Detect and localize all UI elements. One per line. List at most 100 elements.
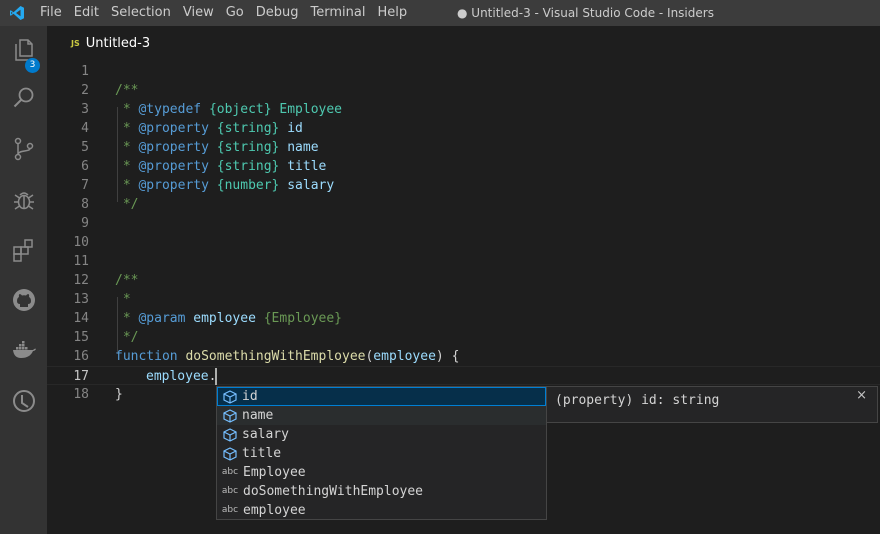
code-line: 14 * @param employee {Employee}: [47, 309, 880, 328]
suggest-label: title: [242, 446, 282, 461]
menu-file[interactable]: File: [34, 0, 68, 26]
line-number: 18: [73, 387, 89, 402]
function-name: doSomethingWithEmployee: [185, 349, 366, 364]
jsdoc-name: employee: [193, 311, 256, 326]
suggest-label: doSomethingWithEmployee: [243, 484, 424, 499]
menu-view[interactable]: View: [177, 0, 220, 26]
activity-search[interactable]: [0, 80, 47, 120]
jsdoc-type: {string}: [216, 159, 280, 174]
line-number: 14: [73, 311, 89, 326]
suggest-item[interactable]: title: [217, 444, 546, 463]
property-icon: [221, 389, 239, 404]
details-signature: (property) id: string: [555, 393, 720, 408]
activity-extensions[interactable]: [0, 232, 47, 272]
comment-star: *: [115, 140, 139, 155]
property-icon: [221, 427, 239, 442]
vscode-logo-icon: [0, 0, 34, 26]
suggest-item[interactable]: abc doSomethingWithEmployee: [217, 482, 546, 501]
title-bar: File Edit Selection View Go Debug Termin…: [0, 0, 880, 26]
code-line: 9: [47, 214, 880, 233]
code-line: 2 /**: [47, 81, 880, 100]
activity-docker[interactable]: [0, 332, 47, 372]
property-icon: [221, 408, 239, 423]
word-icon: abc: [221, 486, 239, 496]
line-number: 4: [81, 121, 89, 136]
comment-star: *: [115, 311, 139, 326]
menu-help[interactable]: Help: [371, 0, 413, 26]
property-icon: [221, 446, 239, 461]
comment-star: *: [115, 178, 139, 193]
code-text: *: [115, 292, 131, 307]
close-icon[interactable]: ×: [856, 388, 867, 403]
line-number: 2: [81, 83, 89, 98]
menu-edit[interactable]: Edit: [68, 0, 105, 26]
line-number: 13: [73, 292, 89, 307]
code-line: 12 /**: [47, 271, 880, 290]
suggest-label: Employee: [243, 465, 306, 480]
comment-star: *: [115, 159, 139, 174]
line-number: 16: [73, 349, 89, 364]
code-text: */: [115, 330, 139, 345]
jsdoc-tag: @property: [138, 159, 209, 174]
line-number: 8: [81, 197, 89, 212]
line-number: 3: [81, 102, 89, 117]
jsdoc-type: {string}: [216, 121, 280, 136]
jsdoc-type: {Employee}: [263, 311, 343, 326]
suggest-widget[interactable]: id name salary title abc Employee abc do…: [216, 386, 547, 520]
line-number: 7: [81, 178, 89, 193]
activity-source-control[interactable]: [0, 131, 47, 171]
tab-untitled-3[interactable]: JS Untitled-3: [47, 26, 150, 61]
tab-bar: JS Untitled-3: [47, 26, 880, 61]
suggest-item[interactable]: name: [217, 406, 546, 425]
menu-debug[interactable]: Debug: [250, 0, 305, 26]
activity-debug[interactable]: [0, 182, 47, 222]
jsdoc-tag: @property: [138, 140, 209, 155]
activity-github[interactable]: [0, 282, 47, 322]
jsdoc-type: {object}: [208, 102, 272, 117]
jsdoc-name: title: [287, 159, 327, 174]
suggest-item[interactable]: abc employee: [217, 501, 546, 520]
suggest-item[interactable]: id: [217, 387, 546, 406]
code-line-current: 17 employee.: [47, 366, 880, 385]
jsdoc-tag: @property: [138, 178, 209, 193]
line-number: 6: [81, 159, 89, 174]
code-line: 7 * @property {number} salary: [47, 176, 880, 195]
jsdoc-tag: @property: [138, 121, 209, 136]
line-number: 12: [73, 273, 89, 288]
github-icon: [11, 287, 37, 317]
menu-bar: File Edit Selection View Go Debug Termin…: [34, 0, 413, 26]
timeline-icon: [11, 388, 37, 418]
jsdoc-name: salary: [287, 178, 335, 193]
jsdoc-tag: @typedef: [138, 102, 202, 117]
code-line: 6 * @property {string} title: [47, 157, 880, 176]
code-line: 10: [47, 233, 880, 252]
code-text: /**: [115, 83, 139, 98]
suggest-details: (property) id: string ×: [546, 386, 878, 423]
comment-star: *: [115, 102, 139, 117]
punctuation: ) {: [435, 349, 460, 364]
suggest-label: employee: [243, 503, 306, 518]
line-number: 17: [73, 369, 89, 384]
menu-go[interactable]: Go: [220, 0, 250, 26]
activity-timeline[interactable]: [0, 383, 47, 423]
menu-selection[interactable]: Selection: [105, 0, 177, 26]
code-line: 15 */: [47, 328, 880, 347]
activity-explorer[interactable]: 3: [0, 32, 47, 73]
suggest-label: salary: [242, 427, 289, 442]
code-text: /**: [115, 273, 139, 288]
explorer-badge: 3: [25, 58, 40, 73]
jsdoc-name: id: [287, 121, 303, 136]
line-number: 1: [81, 64, 89, 79]
menu-terminal[interactable]: Terminal: [305, 0, 372, 26]
jsdoc-name: Employee: [279, 102, 343, 117]
suggest-label: name: [242, 408, 274, 423]
jsdoc-type: {string}: [216, 140, 280, 155]
suggest-item[interactable]: salary: [217, 425, 546, 444]
suggest-item[interactable]: abc Employee: [217, 463, 546, 482]
parameter: employee: [373, 349, 436, 364]
line-number: 11: [73, 254, 89, 269]
jsdoc-type: {number}: [216, 178, 280, 193]
jsdoc-name: name: [287, 140, 319, 155]
docker-icon: [11, 337, 37, 367]
suggest-label: id: [242, 389, 258, 404]
